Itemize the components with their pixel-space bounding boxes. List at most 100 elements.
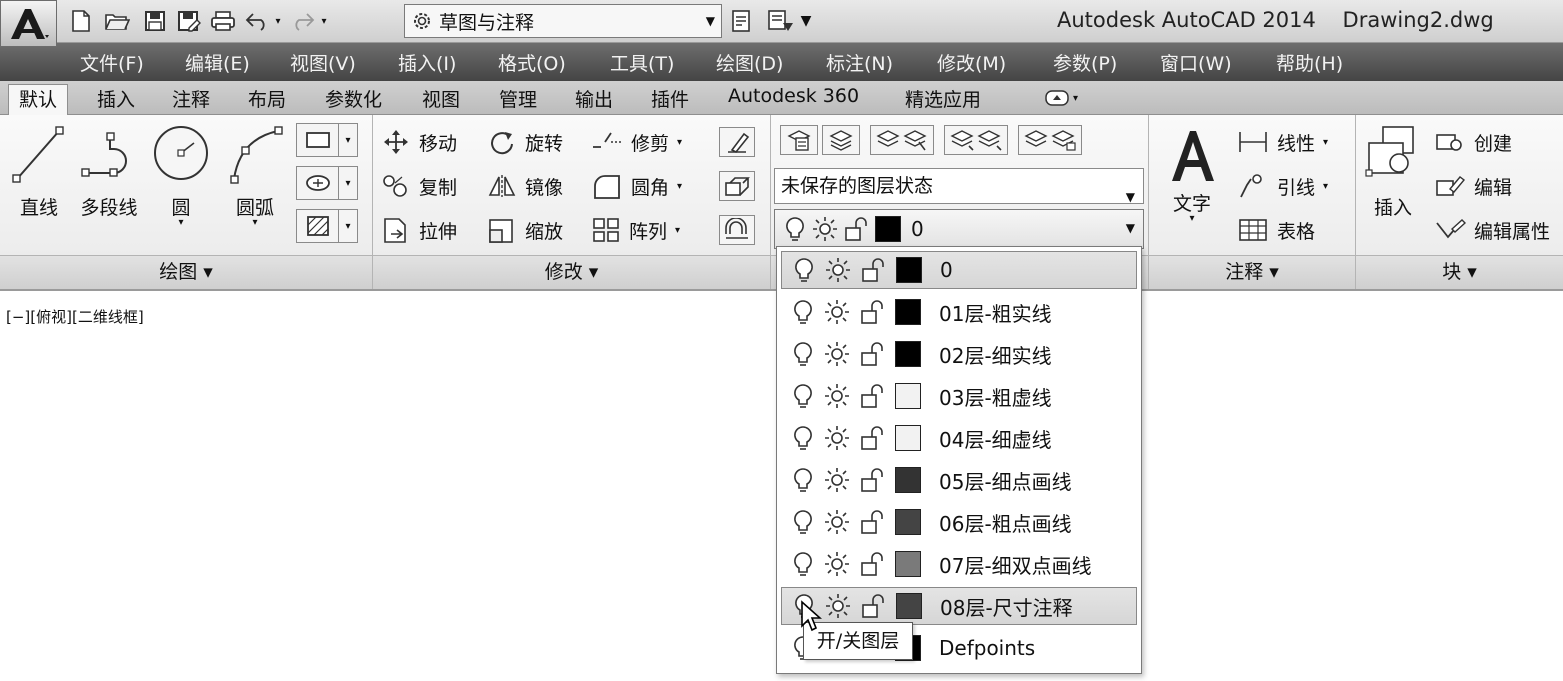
layer-color-swatch[interactable] xyxy=(895,551,921,577)
sun-icon[interactable] xyxy=(823,550,851,578)
unlock-icon[interactable] xyxy=(859,424,887,452)
layer-color-swatch[interactable] xyxy=(895,299,921,325)
workspace-select[interactable]: 草图与注释 ▼ xyxy=(404,4,722,38)
tab-insert[interactable]: 插入 xyxy=(97,85,135,112)
layer-state-button[interactable] xyxy=(822,125,860,155)
unlock-icon[interactable] xyxy=(860,256,888,284)
lightbulb-icon[interactable] xyxy=(791,298,815,326)
layer-row[interactable]: 05层-细点画线 xyxy=(781,461,1137,499)
layer-row[interactable]: 0 xyxy=(781,251,1137,289)
unlock-icon[interactable] xyxy=(860,592,888,620)
tab-layout[interactable]: 布局 xyxy=(248,85,286,112)
application-menu-button[interactable] xyxy=(0,0,57,47)
lightbulb-icon[interactable] xyxy=(791,550,815,578)
hatch-button[interactable]: ▾ xyxy=(296,166,358,200)
draw-panel-title[interactable]: 绘图 ▾ xyxy=(0,255,372,289)
layer-isolate-button[interactable] xyxy=(870,125,934,155)
menu-parametric[interactable]: 参数(P) xyxy=(1053,49,1117,76)
tab-home[interactable]: 默认 xyxy=(8,84,69,116)
linear-dimension-tool[interactable]: 线性 ▾ xyxy=(1237,127,1328,157)
open-icon[interactable] xyxy=(102,6,132,36)
layer-row[interactable]: 01层-粗实线 xyxy=(781,293,1137,331)
layer-row[interactable]: 07层-细双点画线 xyxy=(781,545,1137,583)
sun-icon[interactable] xyxy=(823,466,851,494)
scale-tool[interactable]: 缩放 xyxy=(487,215,563,245)
chevron-down-icon[interactable]: ▾ xyxy=(1161,213,1223,224)
save-as-icon[interactable] xyxy=(174,6,204,36)
undo-dropdown-icon[interactable]: ▾ xyxy=(272,6,284,36)
menu-modify[interactable]: 修改(M) xyxy=(937,49,1006,76)
rotate-tool[interactable]: 旋转 xyxy=(487,127,563,157)
sun-icon[interactable] xyxy=(823,424,851,452)
menu-file[interactable]: 文件(F) xyxy=(80,49,144,76)
unlock-icon[interactable] xyxy=(859,340,887,368)
menu-dimension[interactable]: 标注(N) xyxy=(826,49,893,76)
layer-row[interactable]: 08层-尺寸注释 xyxy=(781,587,1137,625)
plot-icon[interactable] xyxy=(208,6,238,36)
rectangle-button[interactable]: ▾ xyxy=(296,123,358,157)
ribbon-minimize-button[interactable]: ▾ xyxy=(1045,87,1089,109)
tab-annotate[interactable]: 注释 xyxy=(172,85,210,112)
arc-tool[interactable]: 圆弧 ▾ xyxy=(222,121,288,251)
menu-insert[interactable]: 插入(I) xyxy=(398,49,456,76)
chevron-down-icon[interactable]: ▾ xyxy=(222,217,288,228)
layer-row[interactable]: 06层-粗点画线 xyxy=(781,503,1137,541)
lightbulb-icon[interactable] xyxy=(791,340,815,368)
current-layer-select[interactable]: 0 ▼ xyxy=(774,209,1144,249)
copy-tool[interactable]: 复制 xyxy=(381,171,457,201)
edit-block-tool[interactable]: 编辑 xyxy=(1434,171,1512,201)
explode-button[interactable] xyxy=(719,171,755,201)
tab-view[interactable]: 视图 xyxy=(422,85,460,112)
menu-format[interactable]: 格式(O) xyxy=(498,49,566,76)
chevron-down-icon[interactable]: ▾ xyxy=(677,137,682,148)
new-icon[interactable] xyxy=(66,6,96,36)
layer-freeze-button[interactable] xyxy=(944,125,1008,155)
sun-icon[interactable] xyxy=(823,340,851,368)
workspace-settings-icon[interactable] xyxy=(726,6,756,36)
tab-output[interactable]: 输出 xyxy=(575,85,613,112)
tab-parametric[interactable]: 参数化 xyxy=(325,85,382,112)
layer-row[interactable]: 03层-粗虚线 xyxy=(781,377,1137,415)
lightbulb-icon[interactable] xyxy=(791,424,815,452)
chevron-down-icon[interactable]: ▾ xyxy=(677,181,682,192)
array-tool[interactable]: 阵列 ▾ xyxy=(591,215,680,245)
table-tool[interactable]: 表格 xyxy=(1237,215,1315,245)
unlock-icon[interactable] xyxy=(859,466,887,494)
lightbulb-icon[interactable] xyxy=(791,382,815,410)
chevron-down-icon[interactable]: ▾ xyxy=(1323,137,1328,148)
menu-tools[interactable]: 工具(T) xyxy=(610,49,674,76)
layer-lock-button[interactable] xyxy=(1018,125,1082,155)
tab-autodesk-360[interactable]: Autodesk 360 xyxy=(728,85,859,107)
unlock-icon[interactable] xyxy=(859,550,887,578)
sun-icon[interactable] xyxy=(824,592,852,620)
polyline-tool[interactable]: 多段线 xyxy=(76,121,142,231)
menu-window[interactable]: 窗口(W) xyxy=(1160,49,1232,76)
sun-icon[interactable] xyxy=(823,298,851,326)
mirror-tool[interactable]: 镜像 xyxy=(487,171,563,201)
save-icon[interactable] xyxy=(140,6,170,36)
edit-attributes-tool[interactable]: 编辑属性 xyxy=(1434,215,1550,245)
gradient-button[interactable]: ▾ xyxy=(296,209,358,243)
block-panel-title[interactable]: 块 ▾ xyxy=(1356,255,1563,289)
unlock-icon[interactable] xyxy=(859,508,887,536)
layer-color-swatch[interactable] xyxy=(895,341,921,367)
insert-block-tool[interactable]: 插入 xyxy=(1362,123,1424,233)
chevron-down-icon[interactable]: ▾ xyxy=(339,167,357,199)
chevron-down-icon[interactable]: ▾ xyxy=(675,225,680,236)
layer-color-swatch[interactable] xyxy=(895,509,921,535)
unlock-icon[interactable] xyxy=(859,298,887,326)
circle-tool[interactable]: 圆 ▾ xyxy=(148,121,214,251)
annotation-panel-title[interactable]: 注释 ▾ xyxy=(1149,255,1355,289)
lightbulb-icon[interactable] xyxy=(792,256,816,284)
tab-manage[interactable]: 管理 xyxy=(499,85,537,112)
redo-dropdown-icon[interactable]: ▾ xyxy=(318,6,330,36)
viewport-controls[interactable]: [−][俯视][二维线框] xyxy=(6,306,144,327)
tab-plugins[interactable]: 插件 xyxy=(651,85,689,112)
text-tool[interactable]: 文字 ▾ xyxy=(1161,125,1223,255)
menu-view[interactable]: 视图(V) xyxy=(290,49,356,76)
layer-color-swatch[interactable] xyxy=(895,383,921,409)
move-tool[interactable]: 移动 xyxy=(381,127,457,157)
chevron-down-icon[interactable]: ▾ xyxy=(339,124,357,156)
create-block-tool[interactable]: 创建 xyxy=(1434,127,1512,157)
sun-icon[interactable] xyxy=(823,508,851,536)
